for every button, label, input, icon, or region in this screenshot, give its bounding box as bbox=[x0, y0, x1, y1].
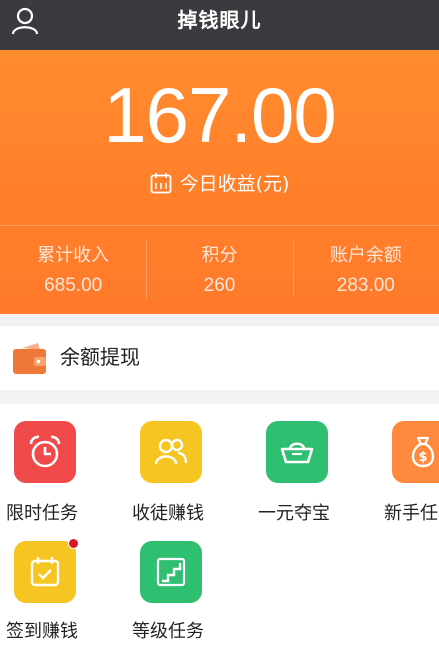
people-icon bbox=[140, 421, 202, 483]
tile-label: 等级任务 bbox=[132, 621, 204, 642]
withdraw-row[interactable]: 余额提现 bbox=[0, 326, 439, 390]
stat-value: 685.00 bbox=[44, 275, 103, 296]
calendar-check-icon bbox=[14, 541, 76, 603]
tile-label: 限时任务 bbox=[6, 503, 78, 524]
svg-text:$: $ bbox=[418, 450, 427, 465]
today-earnings-label: 今日收益(元) bbox=[179, 173, 290, 195]
wallet-icon bbox=[12, 340, 48, 380]
withdraw-label: 余额提现 bbox=[60, 345, 140, 369]
today-earnings-caption: 今日收益(元) bbox=[0, 170, 439, 198]
stat-value: 260 bbox=[203, 275, 236, 296]
stat-total-income[interactable]: 累计收入 685.00 bbox=[0, 226, 146, 314]
money-bag-icon: $ bbox=[392, 421, 439, 483]
stat-label: 累计收入 bbox=[37, 245, 110, 266]
task-grid: 限时任务 收徒赚钱 一元夺宝 $ 新手任 签到赚钱 等级任务 bbox=[0, 404, 439, 658]
stat-value: 283.00 bbox=[336, 275, 395, 296]
stat-account-balance[interactable]: 账户余额 283.00 bbox=[292, 226, 439, 314]
tile-level-tasks[interactable]: 等级任务 bbox=[126, 528, 246, 648]
alarm-clock-icon bbox=[14, 421, 76, 483]
earnings-panel: 167.00 今日收益(元) 累计收入 685.00 积分 260 账户余额 2… bbox=[0, 50, 439, 314]
tile-limited-tasks[interactable]: 限时任务 bbox=[0, 404, 120, 524]
stats-row: 累计收入 685.00 积分 260 账户余额 283.00 bbox=[0, 226, 439, 314]
notification-badge bbox=[68, 538, 79, 549]
tile-newbie-tasks[interactable]: $ 新手任 bbox=[378, 404, 439, 524]
tile-label: 一元夺宝 bbox=[258, 503, 330, 524]
tile-label: 签到赚钱 bbox=[6, 621, 78, 642]
tile-label: 新手任 bbox=[384, 503, 438, 524]
section-gap bbox=[0, 314, 439, 326]
today-earnings-amount: 167.00 bbox=[103, 71, 337, 159]
stat-label: 账户余额 bbox=[329, 245, 402, 266]
stat-label: 积分 bbox=[201, 245, 238, 266]
header-bar: 掉钱眼儿 bbox=[0, 0, 439, 50]
calendar-icon bbox=[150, 173, 171, 194]
section-gap bbox=[0, 390, 439, 404]
tile-checkin-earn[interactable]: 签到赚钱 bbox=[0, 528, 120, 648]
stairs-icon bbox=[140, 541, 202, 603]
tile-recruit-earn[interactable]: 收徒赚钱 bbox=[126, 404, 246, 524]
app-title: 掉钱眼儿 bbox=[177, 8, 262, 32]
gold-ingot-icon bbox=[266, 421, 328, 483]
tile-label: 收徒赚钱 bbox=[132, 503, 204, 524]
stat-points[interactable]: 积分 260 bbox=[146, 226, 292, 314]
tile-one-yuan-treasure[interactable]: 一元夺宝 bbox=[252, 404, 372, 524]
